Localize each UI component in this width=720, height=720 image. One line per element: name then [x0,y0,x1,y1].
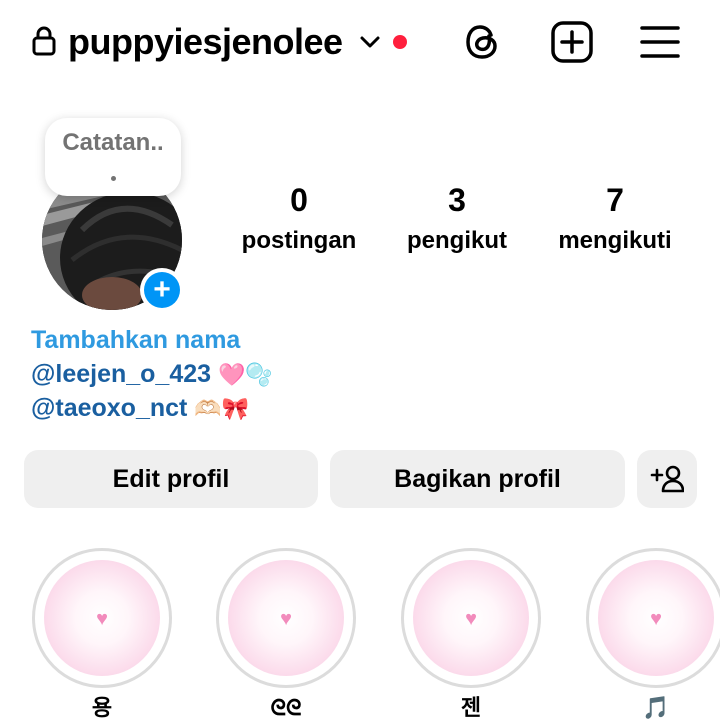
lock-icon [32,26,56,56]
create-post-button[interactable] [550,20,594,64]
note-text: Catatan.. [62,129,164,156]
add-name-link[interactable]: Tambahkan nama [31,324,240,356]
stat-followers-label: pengikut [407,227,507,254]
bio-mention-link[interactable]: @taeoxo_nct [31,394,187,422]
plus-square-icon [551,21,593,63]
threads-button[interactable] [460,20,504,64]
highlight-ring: ♥ [32,548,172,688]
bio-mention-link[interactable]: @leejen_o_423 [31,360,211,388]
heart-icon: ♥ [465,608,477,630]
heart-icon: ♥ [96,608,108,630]
stat-following-label: mengikuti [558,227,672,254]
highlight-label: 용 [91,695,113,720]
edit-profile-button[interactable]: Edit profil [24,450,318,508]
note-bubble-tail [111,176,116,181]
username[interactable]: puppyiesjenolee [68,18,343,66]
highlight-label: 🎵 [642,695,670,720]
heart-icon: ♥ [650,608,662,630]
threads-icon [466,25,497,59]
highlight-cover: ♥ [228,560,344,676]
story-highlight[interactable]: ♥ 젠 [401,548,541,720]
bio-line: @leejen_o_423 🩷🫧 [31,358,273,391]
stat-followers-count: 3 [448,182,466,218]
profile-header: puppyiesjenolee [0,0,720,88]
story-highlight[interactable]: ♥ 🎵 [586,548,720,720]
bio-line: @taeoxo_nct 🫶🏻🎀 [31,392,249,425]
add-story-button[interactable]: + [140,268,184,312]
note-bubble[interactable]: Catatan.. [45,118,181,196]
story-highlight[interactable]: ♥ ᘓᘓ [216,548,356,720]
stat-posts-label: postingan [241,227,357,254]
add-user-icon [650,465,684,493]
chevron-down-icon[interactable] [358,30,382,54]
share-profile-button[interactable]: Bagikan profil [330,450,625,508]
stat-posts-count: 0 [290,182,308,218]
highlight-ring: ♥ [401,548,541,688]
highlight-label: ᘓᘓ [270,695,302,720]
highlight-ring: ♥ [216,548,356,688]
stat-following[interactable]: 7 mengikuti [545,180,685,256]
bio-emoji: 🩷🫧 [218,362,273,387]
stat-followers[interactable]: 3 pengikut [387,180,527,256]
highlight-cover: ♥ [598,560,714,676]
story-highlight[interactable]: ♥ 용 [32,548,172,720]
plus-icon: + [144,272,180,308]
highlight-label: 젠 [460,695,482,720]
stat-posts[interactable]: 0 postingan [229,180,369,256]
highlight-cover: ♥ [44,560,160,676]
discover-people-button[interactable] [637,450,697,508]
hamburger-menu-icon [640,26,680,58]
highlight-cover: ♥ [413,560,529,676]
highlight-ring: ♥ [586,548,720,688]
notification-dot [393,35,407,49]
heart-icon: ♥ [280,608,292,630]
stat-following-count: 7 [606,182,624,218]
menu-button[interactable] [638,20,682,64]
bio-emoji: 🫶🏻🎀 [194,396,250,421]
